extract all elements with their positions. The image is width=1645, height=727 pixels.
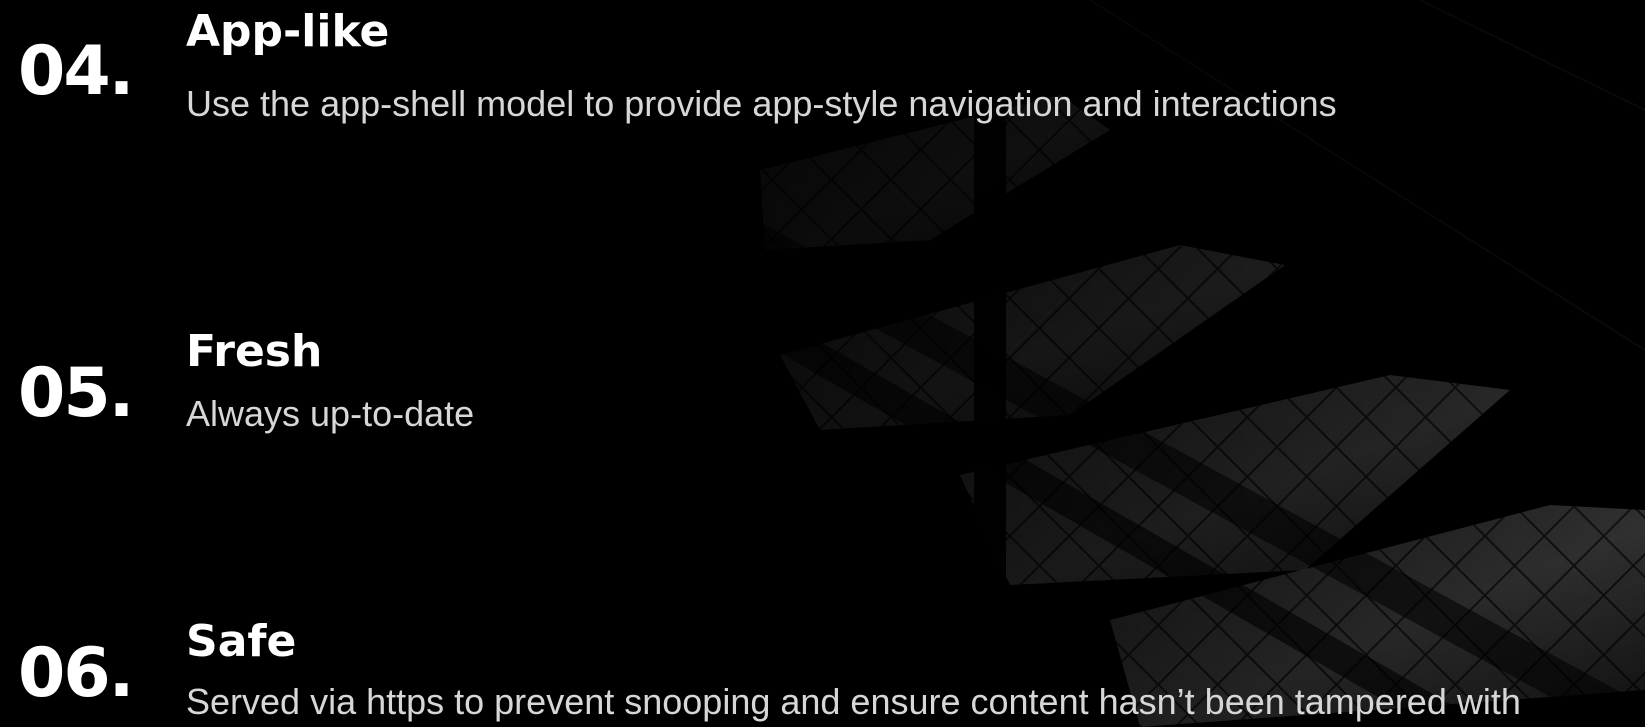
feature-description: Always up-to-date xyxy=(186,393,475,434)
feature-description: Served via https to prevent snooping and… xyxy=(186,681,1521,722)
feature-number: 05. xyxy=(18,354,134,433)
feature-title: App-like xyxy=(186,6,390,57)
feature-number: 06. xyxy=(18,634,134,713)
feature-title: Fresh xyxy=(186,326,323,377)
feature-description: Use the app-shell model to provide app-s… xyxy=(186,83,1337,124)
feature-fresh: 05. Fresh Always up-to-date xyxy=(18,330,1638,440)
feature-safe: 06. Safe Served via https to prevent sno… xyxy=(18,620,1638,727)
feature-app-like: 04. App-like Use the app-shell model to … xyxy=(18,6,1638,124)
feature-section: 04. App-like Use the app-shell model to … xyxy=(0,0,1645,727)
feature-title: Safe xyxy=(186,616,297,667)
feature-number: 04. xyxy=(18,32,134,111)
